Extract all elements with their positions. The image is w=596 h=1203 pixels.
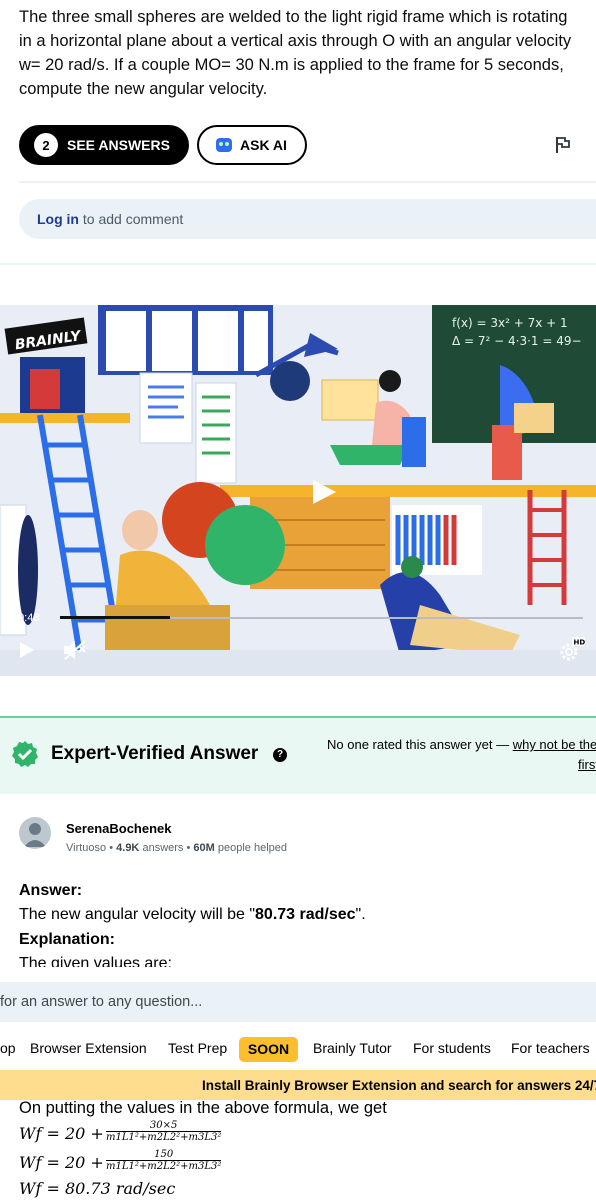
author-helped-label: people helped xyxy=(217,842,287,854)
given-values-text: The given values are: xyxy=(19,955,172,967)
extension-banner[interactable]: Install Brainly Browser Extension and se… xyxy=(0,1070,596,1100)
video-progress-fill xyxy=(60,616,170,619)
see-answers-button[interactable]: 2 SEE ANSWERS xyxy=(19,125,189,165)
equation-line-2: Wf = 20 + xyxy=(19,1153,104,1172)
explanation-heading: Explanation: xyxy=(19,931,116,948)
avatar[interactable] xyxy=(19,817,51,849)
expert-answer-title: Expert-Verified Answer xyxy=(51,743,259,764)
rating-text: No one rated this answer yet — xyxy=(327,737,513,752)
play-icon[interactable] xyxy=(18,640,36,660)
nav-item-brainly-tutor[interactable]: Brainly Tutor xyxy=(313,1040,392,1056)
rating-prompt: No one rated this answer yet — why not b… xyxy=(327,737,596,752)
nav-item-browser-extension[interactable]: Browser Extension xyxy=(30,1040,147,1056)
equation-line-1: Wf = 20 + xyxy=(19,1124,104,1143)
video-time: 00:48 xyxy=(12,612,40,624)
author-rank: Virtuoso xyxy=(66,842,107,854)
settings-gear-icon[interactable]: HD xyxy=(557,637,585,663)
help-icon[interactable]: ? xyxy=(273,748,287,762)
user-avatar-icon xyxy=(24,823,46,847)
video-illustration: f(x) = 3x² + 7x + 1 Δ = 7² − 4·3·1 = 49−… xyxy=(0,305,596,676)
divider xyxy=(19,181,596,183)
rate-link[interactable]: why not be the xyxy=(513,737,596,752)
equation-line-3: Wf = 80.73 rad/sec xyxy=(19,1179,176,1198)
equation-fraction-1: 30×5 m1L1²+m2L2²+m3L3² xyxy=(106,1120,222,1143)
login-link[interactable]: Log in xyxy=(37,211,79,227)
author-helped-count: 60M xyxy=(193,842,215,854)
video-player[interactable]: f(x) = 3x² + 7x + 1 Δ = 7² − 4·3·1 = 49−… xyxy=(0,305,596,676)
separator-dot: • xyxy=(109,842,114,854)
banner-text: Install Brainly Browser Extension and se… xyxy=(202,1078,596,1093)
answer-heading: Answer: xyxy=(19,882,83,899)
question-line: w= 20 rad/s. If a couple MO= 30 N.m is a… xyxy=(19,56,564,74)
footer-nav: op Browser Extension Test Prep Brainly T… xyxy=(0,1033,596,1063)
author-answers-label: answers xyxy=(142,842,184,854)
question-line: The three small spheres are welded to th… xyxy=(19,8,568,26)
separator-dot: • xyxy=(186,842,191,854)
verified-badge-icon xyxy=(12,741,38,767)
board-formula-2: Δ = 7² − 4·3·1 = 49− xyxy=(452,334,582,348)
hd-badge: HD xyxy=(574,639,586,647)
search-input[interactable]: for an answer to any question... xyxy=(0,982,596,1022)
author-answers-count: 4.9K xyxy=(116,842,140,854)
add-comment-bar[interactable]: Log in to add comment xyxy=(19,199,596,239)
soon-badge: SOON xyxy=(239,1037,298,1062)
board-formula-1: f(x) = 3x² + 7x + 1 xyxy=(452,316,568,330)
flag-icon[interactable] xyxy=(555,136,571,154)
mute-icon[interactable] xyxy=(62,638,88,662)
question-line: compute the new angular velocity. xyxy=(19,80,268,98)
answer-text: The new angular velocity will be "80.73 … xyxy=(19,906,366,923)
robot-icon xyxy=(216,138,232,152)
formula-intro: On putting the values in the above formu… xyxy=(19,1099,387,1117)
ask-ai-label: ASK AI xyxy=(240,137,287,153)
divider xyxy=(0,263,596,265)
nav-item-for-students[interactable]: For students xyxy=(413,1040,491,1056)
author-name[interactable]: SerenaBochenek xyxy=(66,821,172,836)
add-comment-label: to add comment xyxy=(82,211,184,227)
answers-count-badge: 2 xyxy=(34,133,58,157)
see-answers-label: SEE ANSWERS xyxy=(67,137,170,153)
author-stats: Virtuoso • 4.9K answers • 60M people hel… xyxy=(66,842,287,854)
equation-fraction-2: 150 m1L1²+m2L2²+m3L3² xyxy=(106,1149,222,1172)
nav-item-app[interactable]: op xyxy=(0,1040,16,1056)
answer-value: 80.73 rad/sec xyxy=(255,906,356,923)
question-line: in a horizontal plane about a vertical a… xyxy=(19,32,572,50)
nav-item-test-prep[interactable]: Test Prep xyxy=(168,1040,227,1056)
search-placeholder: for an answer to any question... xyxy=(0,994,203,1010)
question-text: The three small spheres are welded to th… xyxy=(19,5,596,101)
rate-link-continued[interactable]: first xyxy=(578,757,596,772)
nav-item-for-teachers[interactable]: For teachers xyxy=(511,1040,590,1056)
ask-ai-button[interactable]: ASK AI xyxy=(197,125,307,165)
